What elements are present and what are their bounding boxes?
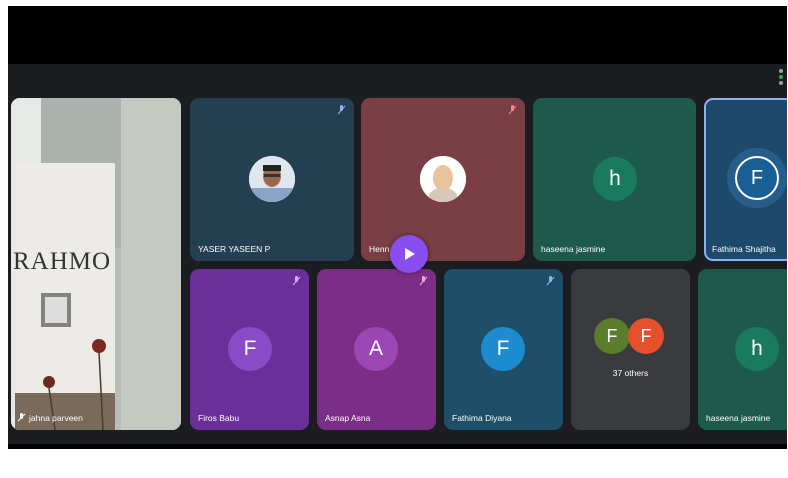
participant-name: Fathima Shajitha [712,244,776,254]
play-button[interactable] [390,235,428,273]
self-view-name: jahna parveen [29,413,83,423]
toolbar-strip [8,444,787,449]
self-mic-icon [17,413,26,422]
mic-muted-icon [418,275,429,286]
avatar-initial: F [481,327,525,371]
play-icon [405,248,415,260]
avatar-initial: F [228,327,272,371]
mic-muted-icon [545,275,556,286]
app-dots-icon[interactable] [776,67,786,87]
participant-tile-haseena-2[interactable]: h haseena jasmine [698,269,787,430]
participant-tile-fathima-diyana[interactable]: F Fathima Diyana [444,269,563,430]
avatar-photo-henna [420,156,466,202]
others-avatar-2: F [628,318,664,354]
others-tile[interactable]: F F 37 others [571,269,690,430]
participant-name: YASER YASEEN P [198,244,271,254]
mic-muted-icon [336,104,347,115]
participant-tile-asnap[interactable]: A Asnap Asna [317,269,436,430]
avatar-initial: h [735,327,779,371]
participant-tile-firos[interactable]: F Firos Babu [190,269,309,430]
self-view-tile[interactable]: RAHMO jahna parveen [11,98,181,430]
participant-name: Henn [369,244,390,254]
others-avatar-1: F [594,318,630,354]
participant-name: haseena jasmine [706,413,771,423]
avatar-initial: F [735,156,779,200]
participant-tile-fathima-shajitha[interactable]: F Fathima Shajitha [704,98,787,261]
others-label: 37 others [612,368,649,378]
participant-tile-yaser[interactable]: YASER YASEEN P [190,98,354,261]
rahmo-banner-text: RAHMO [13,248,112,275]
participant-name: haseena jasmine [541,244,606,254]
participant-name: Fathima Diyana [452,413,512,423]
participant-name: Firos Babu [198,413,240,423]
screen-frame: RAHMO jahna parveen YASER YASEEN P Henn … [8,6,787,449]
mic-muted-icon [507,104,518,115]
participant-name: Asnap Asna [325,413,371,423]
avatar-initial: h [593,157,637,201]
avatar-initial: A [354,327,398,371]
participant-tile-henna[interactable]: Henn [361,98,525,261]
avatar-photo-yaser [249,156,295,202]
mic-muted-icon [291,275,302,286]
participant-tile-haseena[interactable]: h haseena jasmine [533,98,696,261]
